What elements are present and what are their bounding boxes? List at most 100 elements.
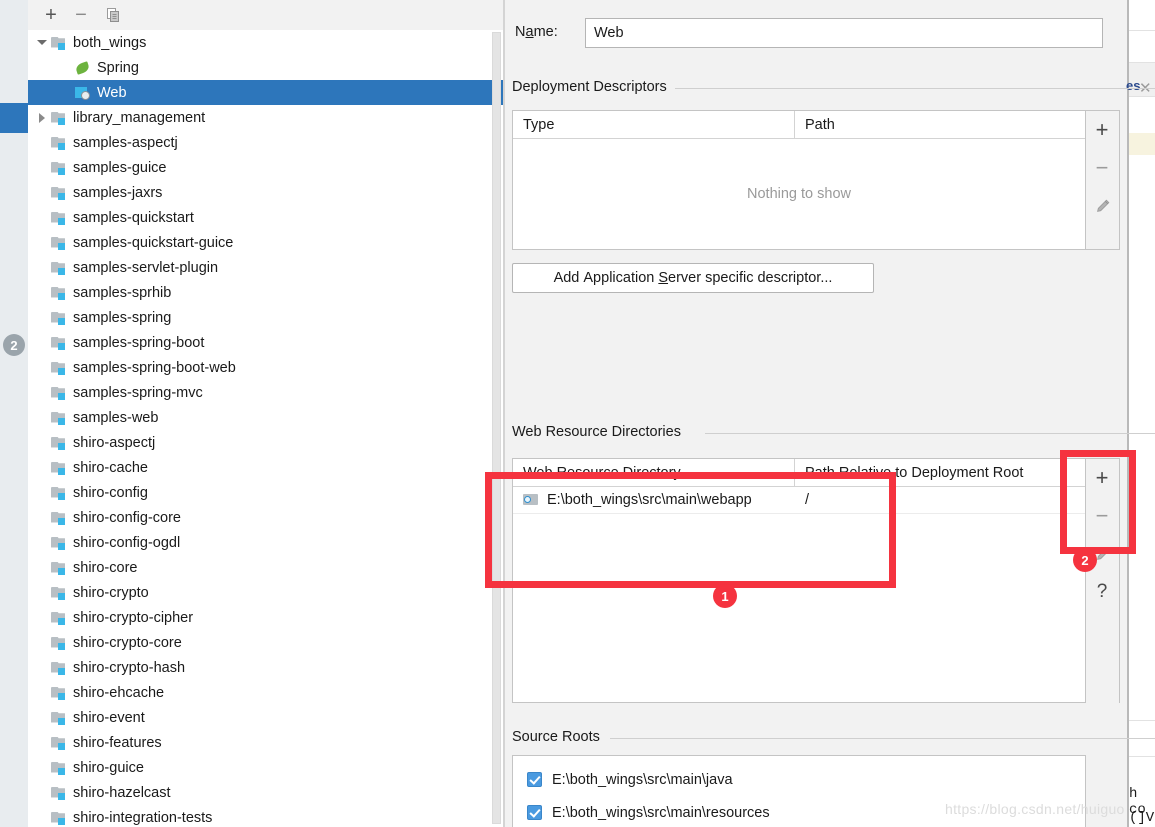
add-application-server-descriptor-button[interactable]: Add Application Server specific descript… (512, 263, 874, 293)
tree-item-shiro-crypto-cipher[interactable]: shiro-crypto-cipher (28, 605, 505, 630)
remove-module-button[interactable]: − (70, 4, 92, 26)
web-resource-directories-rows: E:\both_wings\src\main\webapp / (513, 487, 1085, 514)
tree-item-label: shiro-config (73, 484, 148, 501)
tree-item-samples-web[interactable]: samples-web (28, 405, 505, 430)
wr-add-button[interactable]: + (1086, 459, 1118, 497)
tree-item-label: shiro-crypto-core (73, 634, 182, 651)
tree-twisty-spacer (34, 510, 50, 526)
web-resource-directories-rule (705, 433, 1155, 434)
tree-item-shiro-aspectj[interactable]: shiro-aspectj (28, 430, 505, 455)
tree-item-label: shiro-crypto-hash (73, 659, 186, 676)
tree-item-samples-quickstart-guice[interactable]: samples-quickstart-guice (28, 230, 505, 255)
module-folder-icon (50, 360, 68, 376)
tree-item-shiro-ehcache[interactable]: shiro-ehcache (28, 680, 505, 705)
tree-twisty-spacer (34, 335, 50, 351)
tree-item-shiro-guice[interactable]: shiro-guice (28, 755, 505, 780)
tree-twisty-spacer (34, 660, 50, 676)
modules-tree-vertical-scrollbar[interactable] (492, 32, 501, 824)
chevron-down-icon[interactable] (34, 35, 50, 51)
wr-remove-button[interactable]: − (1086, 497, 1118, 535)
name-label-mnemonic: a (525, 24, 534, 40)
tree-twisty-spacer (34, 710, 50, 726)
annotation-badge-1: 1 (713, 584, 737, 608)
tree-item-label: shiro-config-ogdl (73, 534, 181, 551)
module-folder-icon (50, 685, 68, 701)
module-folder-icon (50, 485, 68, 501)
tree-item-label: samples-guice (73, 159, 167, 176)
tree-item-samples-spring[interactable]: samples-spring (28, 305, 505, 330)
tree-item-library-management[interactable]: library_management (28, 105, 505, 130)
tree-item-label: shiro-config-core (73, 509, 181, 526)
tree-item-spring[interactable]: Spring (28, 55, 505, 80)
tree-item-shiro-event[interactable]: shiro-event (28, 705, 505, 730)
column-header-web-resource-directory[interactable]: Web Resource Directory (513, 459, 795, 486)
tree-item-samples-spring-mvc[interactable]: samples-spring-mvc (28, 380, 505, 405)
add-descriptor-button-mnemonic: S (658, 270, 669, 286)
module-folder-icon (50, 385, 68, 401)
module-folder-icon (50, 310, 68, 326)
tree-item-shiro-cache[interactable]: shiro-cache (28, 455, 505, 480)
chevron-right-icon[interactable] (34, 110, 50, 126)
tree-twisty-spacer (34, 735, 50, 751)
tree-item-shiro-crypto-core[interactable]: shiro-crypto-core (28, 630, 505, 655)
tree-item-label: samples-quickstart-guice (73, 234, 234, 251)
source-root-checkbox[interactable] (527, 805, 542, 820)
modules-tree-toolbar: + − (28, 0, 505, 31)
dd-edit-pencil-icon[interactable] (1086, 187, 1118, 225)
tree-item-web[interactable]: Web (28, 80, 505, 105)
tree-twisty-spacer (34, 210, 50, 226)
rail-selected-indicator[interactable] (0, 103, 28, 133)
tree-item-label: samples-jaxrs (73, 184, 163, 201)
tree-item-shiro-config[interactable]: shiro-config (28, 480, 505, 505)
tree-twisty-spacer (58, 60, 74, 76)
tree-item-samples-sprhib[interactable]: samples-sprhib (28, 280, 505, 305)
source-root-checkbox[interactable] (527, 772, 542, 787)
copy-icon[interactable] (102, 4, 124, 26)
dd-remove-button[interactable]: − (1086, 149, 1118, 187)
web-resource-directories-table[interactable]: Web Resource Directory Path Relative to … (512, 458, 1086, 703)
tree-item-samples-jaxrs[interactable]: samples-jaxrs (28, 180, 505, 205)
tree-item-shiro-integration-tests[interactable]: shiro-integration-tests (28, 805, 505, 827)
tree-item-samples-guice[interactable]: samples-guice (28, 155, 505, 180)
tree-item-both-wings[interactable]: both_wings (28, 30, 505, 55)
column-header-type[interactable]: Type (513, 111, 795, 138)
tree-twisty-spacer (34, 235, 50, 251)
tree-item-label: samples-quickstart (73, 209, 194, 226)
modules-tree-scroll-area[interactable]: both_wings Spring Web library_management sam… (28, 30, 505, 827)
tree-item-shiro-hazelcast[interactable]: shiro-hazelcast (28, 780, 505, 805)
tree-item-samples-quickstart[interactable]: samples-quickstart (28, 205, 505, 230)
module-folder-icon (50, 235, 68, 251)
tree-item-shiro-config-core[interactable]: shiro-config-core (28, 505, 505, 530)
tree-item-samples-spring-boot[interactable]: samples-spring-boot (28, 330, 505, 355)
module-folder-icon (50, 185, 68, 201)
web-directory-icon (523, 493, 541, 507)
column-header-path-relative[interactable]: Path Relative to Deployment Root (795, 459, 1085, 486)
tree-item-samples-aspectj[interactable]: samples-aspectj (28, 130, 505, 155)
name-input[interactable]: Web (585, 18, 1103, 48)
tree-twisty-spacer (34, 285, 50, 301)
tree-item-label: shiro-aspectj (73, 434, 156, 451)
wr-help-button[interactable]: ? (1086, 573, 1118, 611)
web-resource-directory-row[interactable]: E:\both_wings\src\main\webapp / (513, 487, 1085, 514)
dd-add-button[interactable]: + (1086, 111, 1118, 149)
tree-item-label: samples-web (73, 409, 159, 426)
tree-item-shiro-config-ogdl[interactable]: shiro-config-ogdl (28, 530, 505, 555)
tree-item-samples-spring-boot-web[interactable]: samples-spring-boot-web (28, 355, 505, 380)
deployment-descriptors-rule (675, 88, 1155, 89)
tree-twisty-spacer (34, 760, 50, 776)
web-resource-directory-cell: E:\both_wings\src\main\webapp (513, 492, 795, 508)
tree-item-shiro-crypto[interactable]: shiro-crypto (28, 580, 505, 605)
source-root-row[interactable]: E:\both_wings\src\main\java (513, 763, 1085, 796)
tree-item-shiro-crypto-hash[interactable]: shiro-crypto-hash (28, 655, 505, 680)
tree-item-samples-servlet-plugin[interactable]: samples-servlet-plugin (28, 255, 505, 280)
tree-item-shiro-features[interactable]: shiro-features (28, 730, 505, 755)
column-header-path[interactable]: Path (795, 111, 1085, 138)
deployment-descriptors-table[interactable]: Type Path Nothing to show (512, 110, 1086, 250)
tree-twisty-spacer (34, 435, 50, 451)
tree-item-label: shiro-ehcache (73, 684, 165, 701)
tree-twisty-spacer (34, 685, 50, 701)
module-folder-icon (50, 810, 68, 826)
tree-twisty-spacer (34, 185, 50, 201)
add-module-button[interactable]: + (40, 4, 62, 26)
tree-item-shiro-core[interactable]: shiro-core (28, 555, 505, 580)
